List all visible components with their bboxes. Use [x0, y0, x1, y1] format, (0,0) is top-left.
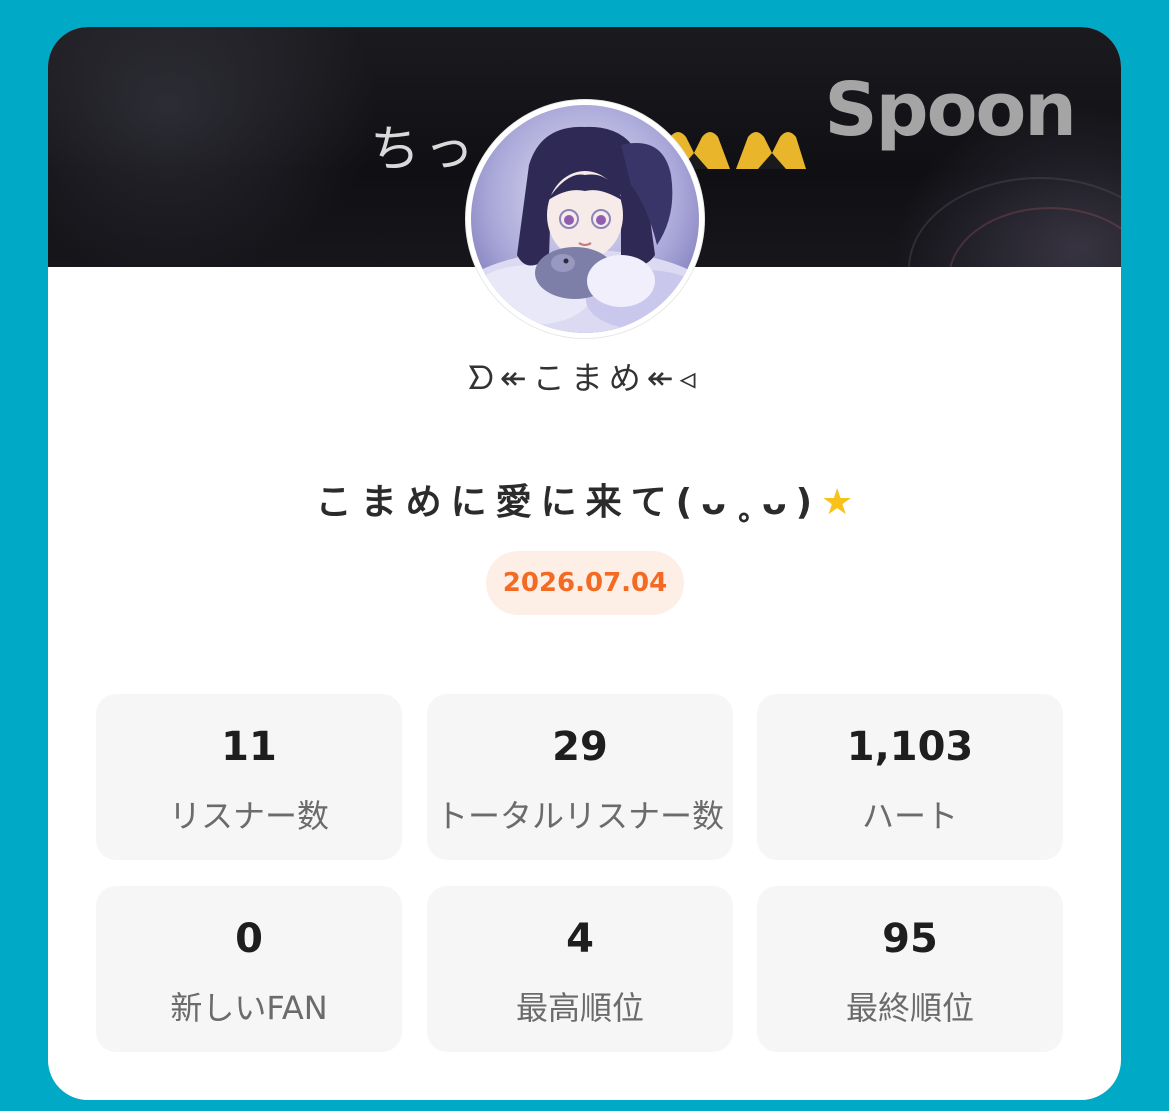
star-icon: ★	[821, 482, 854, 523]
stat-hearts: 1,103 ハート	[757, 694, 1063, 860]
stat-value: 1,103	[846, 724, 974, 770]
stat-value: 0	[235, 916, 263, 962]
live-title-text: こまめに愛に来て(ᴗ˳ᴗ)	[315, 482, 822, 523]
live-result-card: ちっ Spoon ᗤ↞こまめ↞◃ こまめに愛に来て(ᴗ˳ᴗ)★ 2026.07.…	[48, 27, 1121, 1100]
stat-value: 4	[566, 916, 594, 962]
stat-label: 新しいFAN	[170, 989, 328, 1027]
stat-label: 最高順位	[515, 989, 644, 1027]
avatar-image	[471, 105, 699, 333]
stat-total-listeners: 29 トータルリスナー数	[427, 694, 733, 860]
date-badge: 2026.07.04	[486, 551, 684, 615]
stat-best-rank: 4 最高順位	[427, 886, 733, 1052]
stat-new-fans: 0 新しいFAN	[96, 886, 402, 1052]
banner-caption: ちっ	[370, 120, 478, 178]
stat-final-rank: 95 最終順位	[757, 886, 1063, 1052]
stat-listeners: 11 リスナー数	[96, 694, 402, 860]
stat-value: 29	[552, 724, 608, 770]
stat-label: 最終順位	[845, 989, 974, 1027]
stat-value: 95	[882, 916, 938, 962]
spoon-logo: Spoon	[824, 67, 1077, 153]
stat-label: ハート	[861, 797, 958, 835]
live-title: こまめに愛に来て(ᴗ˳ᴗ)★	[48, 473, 1121, 525]
dj-name: ᗤ↞こまめ↞◃	[467, 359, 702, 397]
avatar[interactable]	[466, 100, 704, 338]
stat-value: 11	[221, 724, 277, 770]
stat-label: トータルリスナー数	[435, 797, 724, 835]
stat-label: リスナー数	[168, 797, 329, 835]
